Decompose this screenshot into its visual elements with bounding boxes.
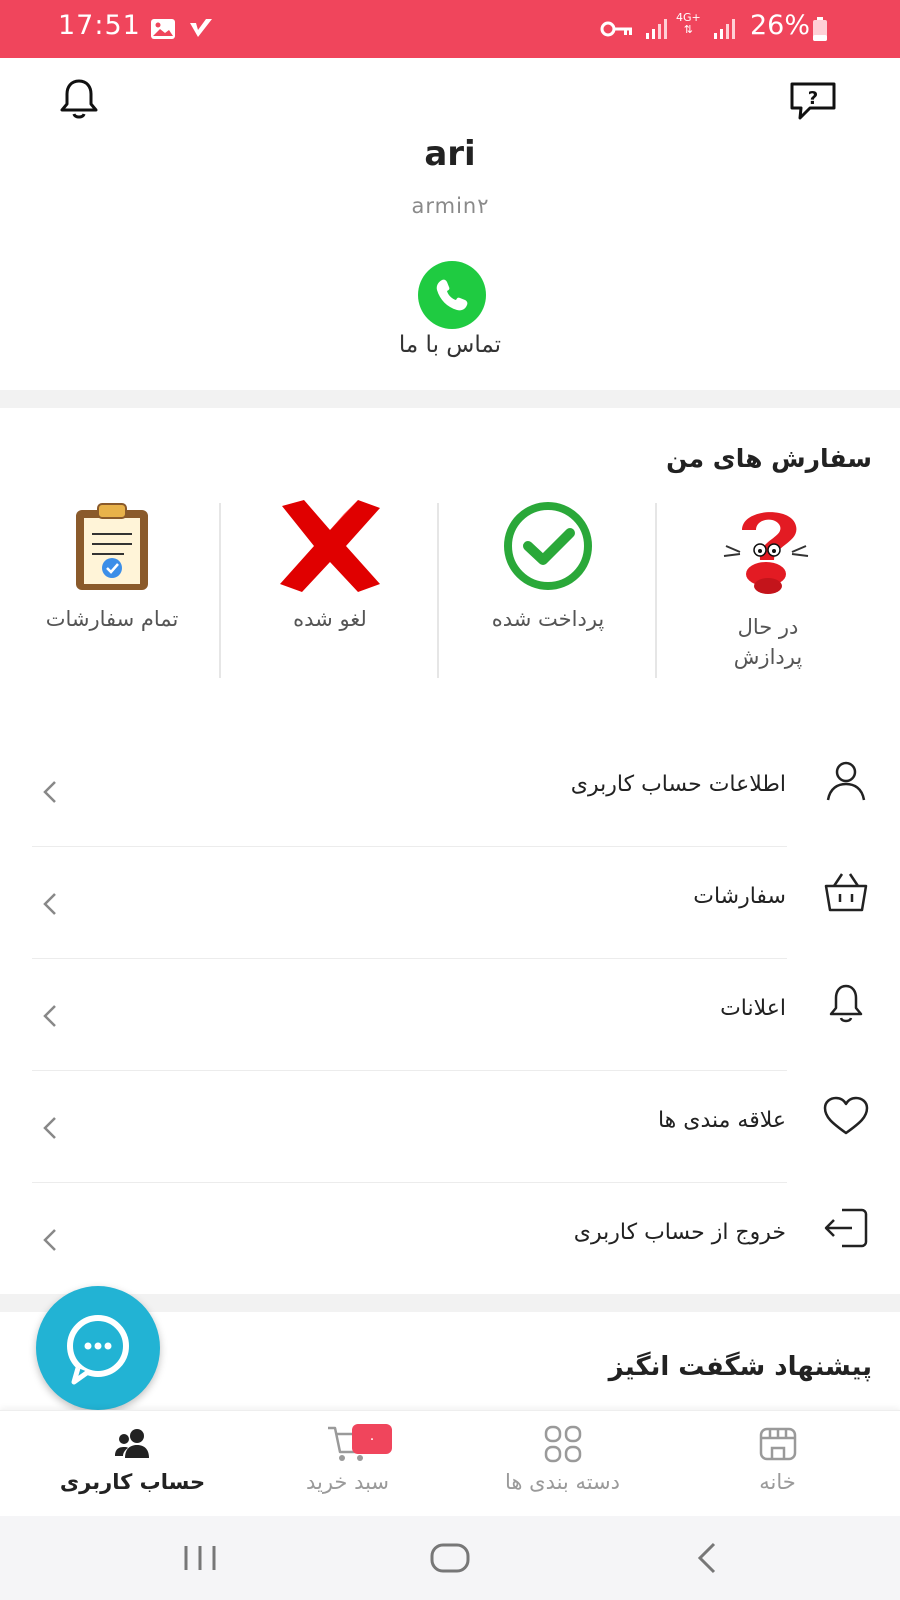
status-bar: 17:51 4G+ ⇅ 26% bbox=[0, 0, 900, 58]
call-button[interactable] bbox=[418, 261, 486, 329]
user-icon bbox=[820, 754, 872, 806]
logout-icon bbox=[820, 1202, 872, 1254]
notification-bell-icon[interactable] bbox=[56, 76, 102, 122]
menu-label: اطلاعات حساب کاربری bbox=[570, 772, 786, 797]
menu-item-account-info[interactable]: اطلاعات حساب کاربری bbox=[0, 734, 900, 847]
menu-label: علاقه مندی ها bbox=[657, 1108, 786, 1133]
nav-label: سبد خرید bbox=[305, 1470, 390, 1494]
svg-text:?: ? bbox=[808, 88, 818, 109]
bell-icon bbox=[820, 978, 872, 1030]
status-time: 17:51 bbox=[58, 10, 141, 41]
heart-icon bbox=[820, 1090, 872, 1142]
chevron-left-icon bbox=[36, 890, 64, 918]
recent-apps-icon[interactable] bbox=[180, 1540, 220, 1576]
order-cancelled[interactable]: لغو شده bbox=[222, 500, 438, 680]
network-type: 4G+ ⇅ bbox=[676, 11, 701, 36]
home-button-icon[interactable] bbox=[428, 1540, 472, 1576]
question-mascot-icon bbox=[712, 500, 816, 600]
order-processing[interactable]: در حال پردازش bbox=[660, 500, 876, 680]
signal-icon-2 bbox=[712, 14, 736, 44]
suggestion-title: پیشنهاد شگفت انگیز bbox=[608, 1352, 872, 1382]
user-name: ari bbox=[424, 134, 476, 174]
order-paid[interactable]: پرداخت شده bbox=[440, 500, 656, 680]
nav-cart[interactable]: سبد خرید bbox=[235, 1418, 460, 1510]
check-circle-icon bbox=[492, 500, 604, 592]
menu-item-notifications[interactable]: اعلانات bbox=[0, 958, 900, 1071]
chevron-left-icon bbox=[36, 1002, 64, 1030]
chevron-left-icon bbox=[36, 778, 64, 806]
user-handle: armin۲ bbox=[411, 194, 489, 218]
chat-support-button[interactable] bbox=[36, 1286, 160, 1410]
categories-icon bbox=[450, 1424, 675, 1464]
section-divider bbox=[0, 390, 900, 408]
nav-categories[interactable]: دسته بندی ها bbox=[450, 1418, 675, 1510]
chevron-left-icon bbox=[36, 1226, 64, 1254]
order-paid-label: پرداخت شده bbox=[491, 607, 605, 631]
nav-label: خانه bbox=[759, 1470, 796, 1494]
nav-label: حساب کاربری bbox=[59, 1470, 206, 1494]
signal-icon bbox=[644, 14, 668, 44]
clipboard-icon bbox=[64, 500, 160, 592]
nav-home[interactable]: خانه bbox=[665, 1418, 890, 1510]
help-question-icon[interactable]: ? bbox=[786, 78, 840, 124]
battery-percent: 26% bbox=[749, 10, 810, 41]
order-cancelled-label: لغو شده bbox=[293, 607, 367, 631]
order-all[interactable]: تمام سفارشات bbox=[4, 500, 220, 680]
menu-label: سفارشات bbox=[693, 884, 786, 909]
call-label[interactable]: تماس با ما bbox=[0, 332, 900, 358]
check-notification-icon bbox=[188, 14, 214, 44]
cart-count-badge: ۰ bbox=[352, 1424, 392, 1454]
red-x-icon bbox=[274, 500, 386, 592]
store-icon bbox=[665, 1424, 890, 1464]
chat-bubble-icon bbox=[67, 1315, 129, 1385]
nav-label: دسته بندی ها bbox=[504, 1470, 620, 1494]
order-all-label: تمام سفارشات bbox=[45, 607, 179, 631]
menu-label: اعلانات bbox=[720, 996, 786, 1021]
menu-item-logout[interactable]: خروج از حساب کاربری bbox=[0, 1182, 900, 1294]
back-icon[interactable] bbox=[692, 1540, 722, 1576]
nav-account[interactable]: حساب کاربری bbox=[20, 1418, 245, 1510]
account-icon bbox=[20, 1424, 245, 1464]
cart-icon bbox=[235, 1424, 460, 1464]
battery-icon bbox=[812, 14, 828, 44]
menu-label: خروج از حساب کاربری bbox=[573, 1220, 786, 1245]
gallery-icon bbox=[150, 14, 176, 44]
menu-item-favorites[interactable]: علاقه مندی ها bbox=[0, 1070, 900, 1183]
basket-icon bbox=[820, 866, 872, 918]
vpn-key-icon bbox=[600, 14, 634, 44]
menu-item-orders[interactable]: سفارشات bbox=[0, 846, 900, 959]
orders-title: سفارش های من bbox=[666, 444, 872, 473]
chevron-left-icon bbox=[36, 1114, 64, 1142]
phone-icon bbox=[436, 279, 468, 311]
